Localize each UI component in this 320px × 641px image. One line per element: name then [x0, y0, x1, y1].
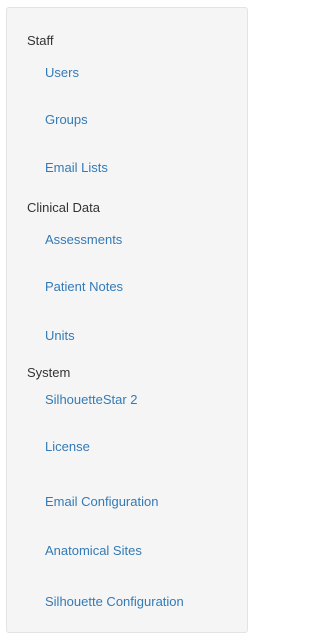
- section-header-system: System: [27, 365, 71, 380]
- section-header-clinical-data: Clinical Data: [27, 200, 100, 215]
- nav-link-groups[interactable]: Groups: [45, 112, 88, 128]
- nav-link-silhouette-configuration[interactable]: Silhouette Configuration: [45, 594, 184, 610]
- nav-link-silhouettestar-2[interactable]: SilhouetteStar 2: [45, 392, 138, 408]
- section-header-staff: Staff: [27, 33, 54, 48]
- nav-link-assessments[interactable]: Assessments: [45, 232, 122, 248]
- nav-link-units[interactable]: Units: [45, 328, 75, 344]
- nav-link-users[interactable]: Users: [45, 65, 79, 81]
- nav-link-license[interactable]: License: [45, 439, 90, 455]
- admin-sidebar-nav: Staff Users Groups Email Lists Clinical …: [6, 7, 248, 633]
- nav-link-anatomical-sites[interactable]: Anatomical Sites: [45, 543, 142, 559]
- nav-link-email-configuration[interactable]: Email Configuration: [45, 494, 158, 510]
- nav-link-email-lists[interactable]: Email Lists: [45, 160, 108, 176]
- nav-link-patient-notes[interactable]: Patient Notes: [45, 279, 123, 295]
